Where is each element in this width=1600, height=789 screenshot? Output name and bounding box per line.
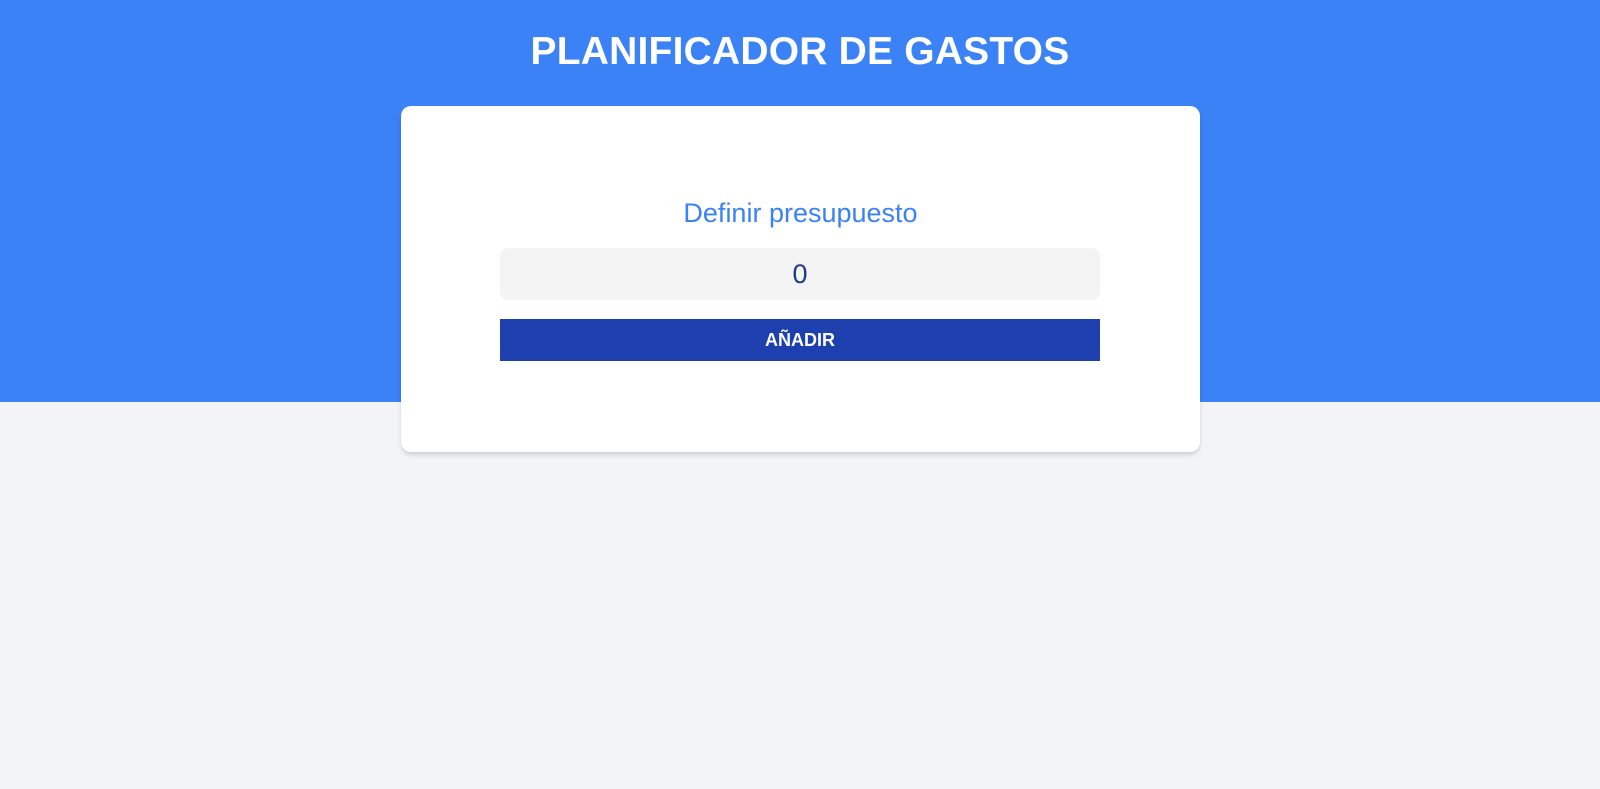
- budget-card: Definir presupuesto AÑADIR: [401, 106, 1200, 452]
- budget-label: Definir presupuesto: [683, 198, 918, 228]
- budget-input[interactable]: [500, 248, 1100, 300]
- add-button[interactable]: AÑADIR: [500, 319, 1100, 361]
- page-title: PLANIFICADOR DE GASTOS: [530, 30, 1070, 73]
